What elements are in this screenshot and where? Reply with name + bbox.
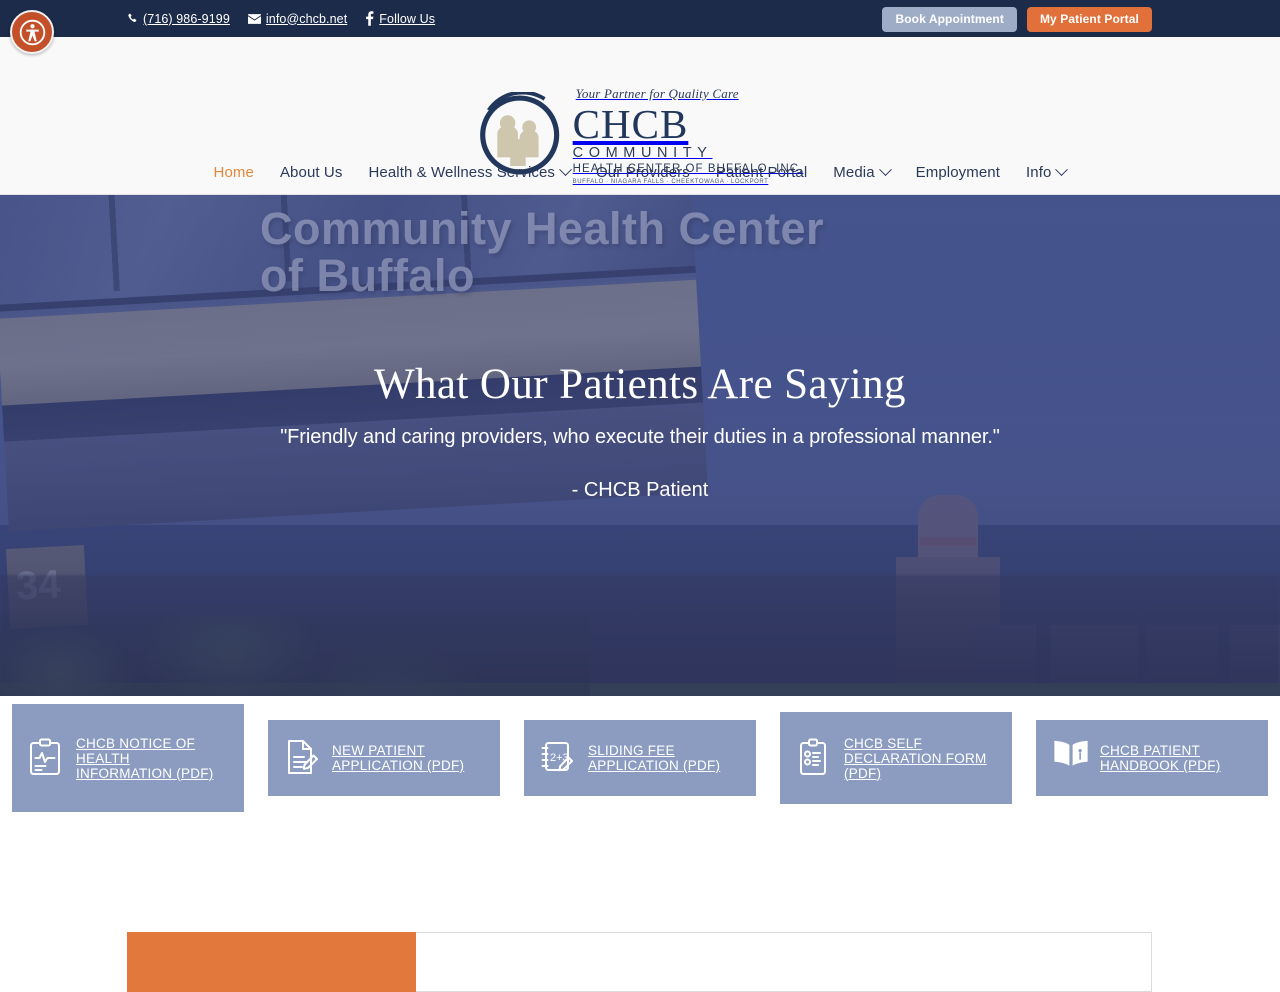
nav-item-employment[interactable]: Employment: [903, 164, 1013, 181]
phone-number: (716) 986-9199: [143, 11, 230, 26]
document-pencil-icon: [284, 738, 320, 778]
content-panel: [127, 932, 1152, 992]
utility-bar-actions: Book Appointment My Patient Portal: [882, 7, 1152, 32]
hero-attribution: - CHCB Patient: [571, 479, 709, 501]
calculator-pencil-icon: 2+3: [540, 738, 576, 778]
nav-label: Patient Portal: [715, 164, 808, 181]
document-card-label: CHCB NOTICE OF HEALTH INFORMATION (PDF): [76, 735, 214, 781]
accessibility-icon[interactable]: [10, 10, 54, 54]
open-book-icon: [1052, 738, 1088, 778]
nav-label: Home: [213, 164, 254, 181]
document-card-notice-of-health-information[interactable]: CHCB NOTICE OF HEALTH INFORMATION (PDF): [12, 704, 244, 812]
document-card-sliding-fee-application[interactable]: 2+3 SLIDING FEE APPLICATION (PDF): [524, 720, 756, 796]
document-card-patient-handbook[interactable]: CHCB PATIENT HANDBOOK (PDF): [1036, 720, 1268, 796]
nav-label: Media: [833, 164, 875, 181]
nav-label: Info: [1026, 164, 1052, 181]
document-card-label: CHCB PATIENT HANDBOOK (PDF): [1100, 743, 1221, 773]
nav-item-media[interactable]: Media: [820, 163, 902, 181]
utility-bar-contact-group: (716) 986-9199 info@chcb.net Follow Us: [127, 11, 435, 26]
logo-tagline: Your Partner for Quality Care: [575, 86, 739, 101]
nav-label: Employment: [915, 164, 1001, 181]
logo-acronym: CHCB: [572, 101, 689, 147]
nav-label: Health & Wellness Services: [368, 164, 556, 181]
document-links-row: CHCB NOTICE OF HEALTH INFORMATION (PDF) …: [0, 696, 1280, 876]
document-card-label: CHCB SELF DECLARATION FORM (PDF): [844, 735, 987, 781]
nav-label: Our Providers: [596, 164, 690, 181]
hero-quote: "Friendly and caring providers, who exec…: [280, 426, 1000, 448]
nav-item-info[interactable]: Info: [1013, 163, 1079, 181]
chevron-down-icon: [1055, 163, 1069, 177]
facebook-icon: [365, 11, 374, 26]
nav-item-about-us[interactable]: About Us: [267, 164, 356, 181]
utility-bar: (716) 986-9199 info@chcb.net Follow Us B…: [0, 0, 1280, 37]
svg-text:2+3: 2+3: [550, 752, 569, 764]
chevron-down-icon: [878, 163, 892, 177]
envelope-icon: [247, 13, 261, 24]
site-header: Your Partner for Quality Care CHCB COMMU…: [0, 37, 1280, 195]
document-card-label: NEW PATIENT APPLICATION (PDF): [332, 743, 465, 773]
phone-link[interactable]: (716) 986-9199: [127, 12, 230, 26]
hero-content: What Our Patients Are Saying "Friendly a…: [0, 360, 1280, 504]
nav-item-our-providers[interactable]: Our Providers: [583, 164, 703, 181]
document-card-label: SLIDING FEE APPLICATION (PDF): [588, 743, 721, 773]
content-panel-accent-tab: [127, 932, 416, 992]
social-label: Follow Us: [379, 11, 436, 26]
primary-navigation: Home About Us Health & Wellness Services…: [0, 151, 1280, 194]
document-card-self-declaration-form[interactable]: CHCB SELF DECLARATION FORM (PDF): [780, 712, 1012, 804]
hero-title: What Our Patients Are Saying: [374, 361, 906, 408]
clipboard-checklist-icon: [796, 738, 832, 778]
facebook-link[interactable]: Follow Us: [365, 11, 435, 26]
nav-label: About Us: [279, 164, 343, 181]
book-appointment-button[interactable]: Book Appointment: [882, 7, 1017, 32]
nav-item-health-wellness-services[interactable]: Health & Wellness Services: [355, 163, 583, 181]
phone-icon: [127, 13, 138, 24]
email-link[interactable]: info@chcb.net: [247, 11, 348, 26]
nav-item-patient-portal[interactable]: Patient Portal: [703, 164, 820, 181]
my-patient-portal-button[interactable]: My Patient Portal: [1026, 7, 1152, 32]
email-address: info@chcb.net: [265, 11, 348, 26]
clipboard-pulse-icon: [28, 738, 64, 778]
hero-slider: Community Health Center of Buffalo 34 Wh…: [0, 195, 1280, 696]
chevron-down-icon: [559, 163, 572, 177]
nav-item-home[interactable]: Home: [201, 164, 267, 181]
document-card-new-patient-application[interactable]: NEW PATIENT APPLICATION (PDF): [268, 720, 500, 796]
